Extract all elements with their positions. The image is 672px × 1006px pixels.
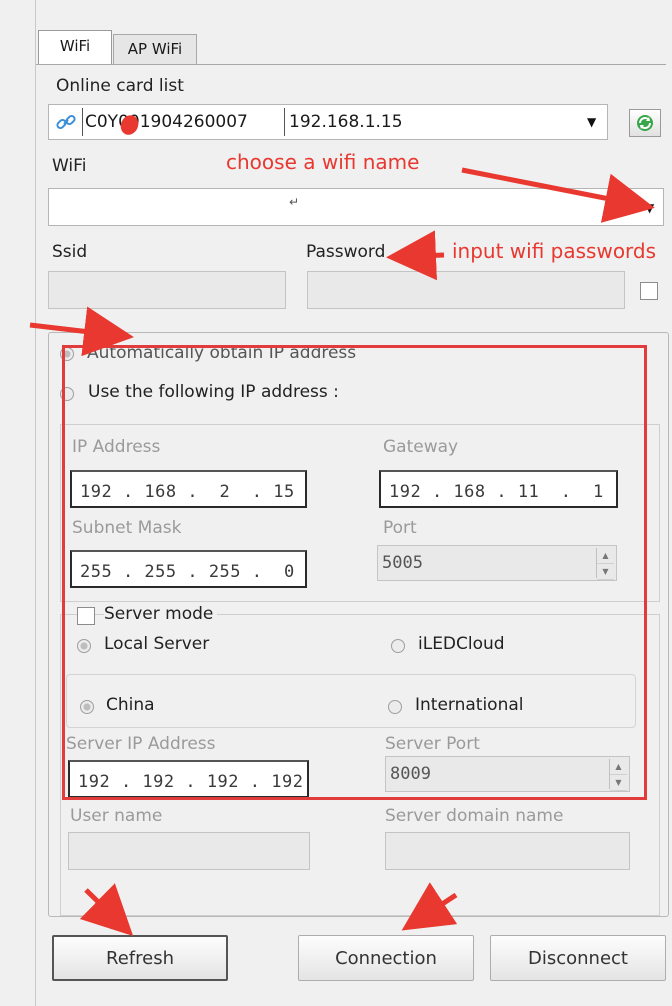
arrow-to-refresh: [79, 883, 134, 936]
arrow-to-ip-group: [29, 306, 134, 357]
arrow-to-connection: [401, 882, 458, 931]
arrow-to-password: [386, 230, 445, 281]
arrow-to-wifi-dropdown: [461, 167, 655, 223]
annotation-arrows: [29, 167, 655, 936]
